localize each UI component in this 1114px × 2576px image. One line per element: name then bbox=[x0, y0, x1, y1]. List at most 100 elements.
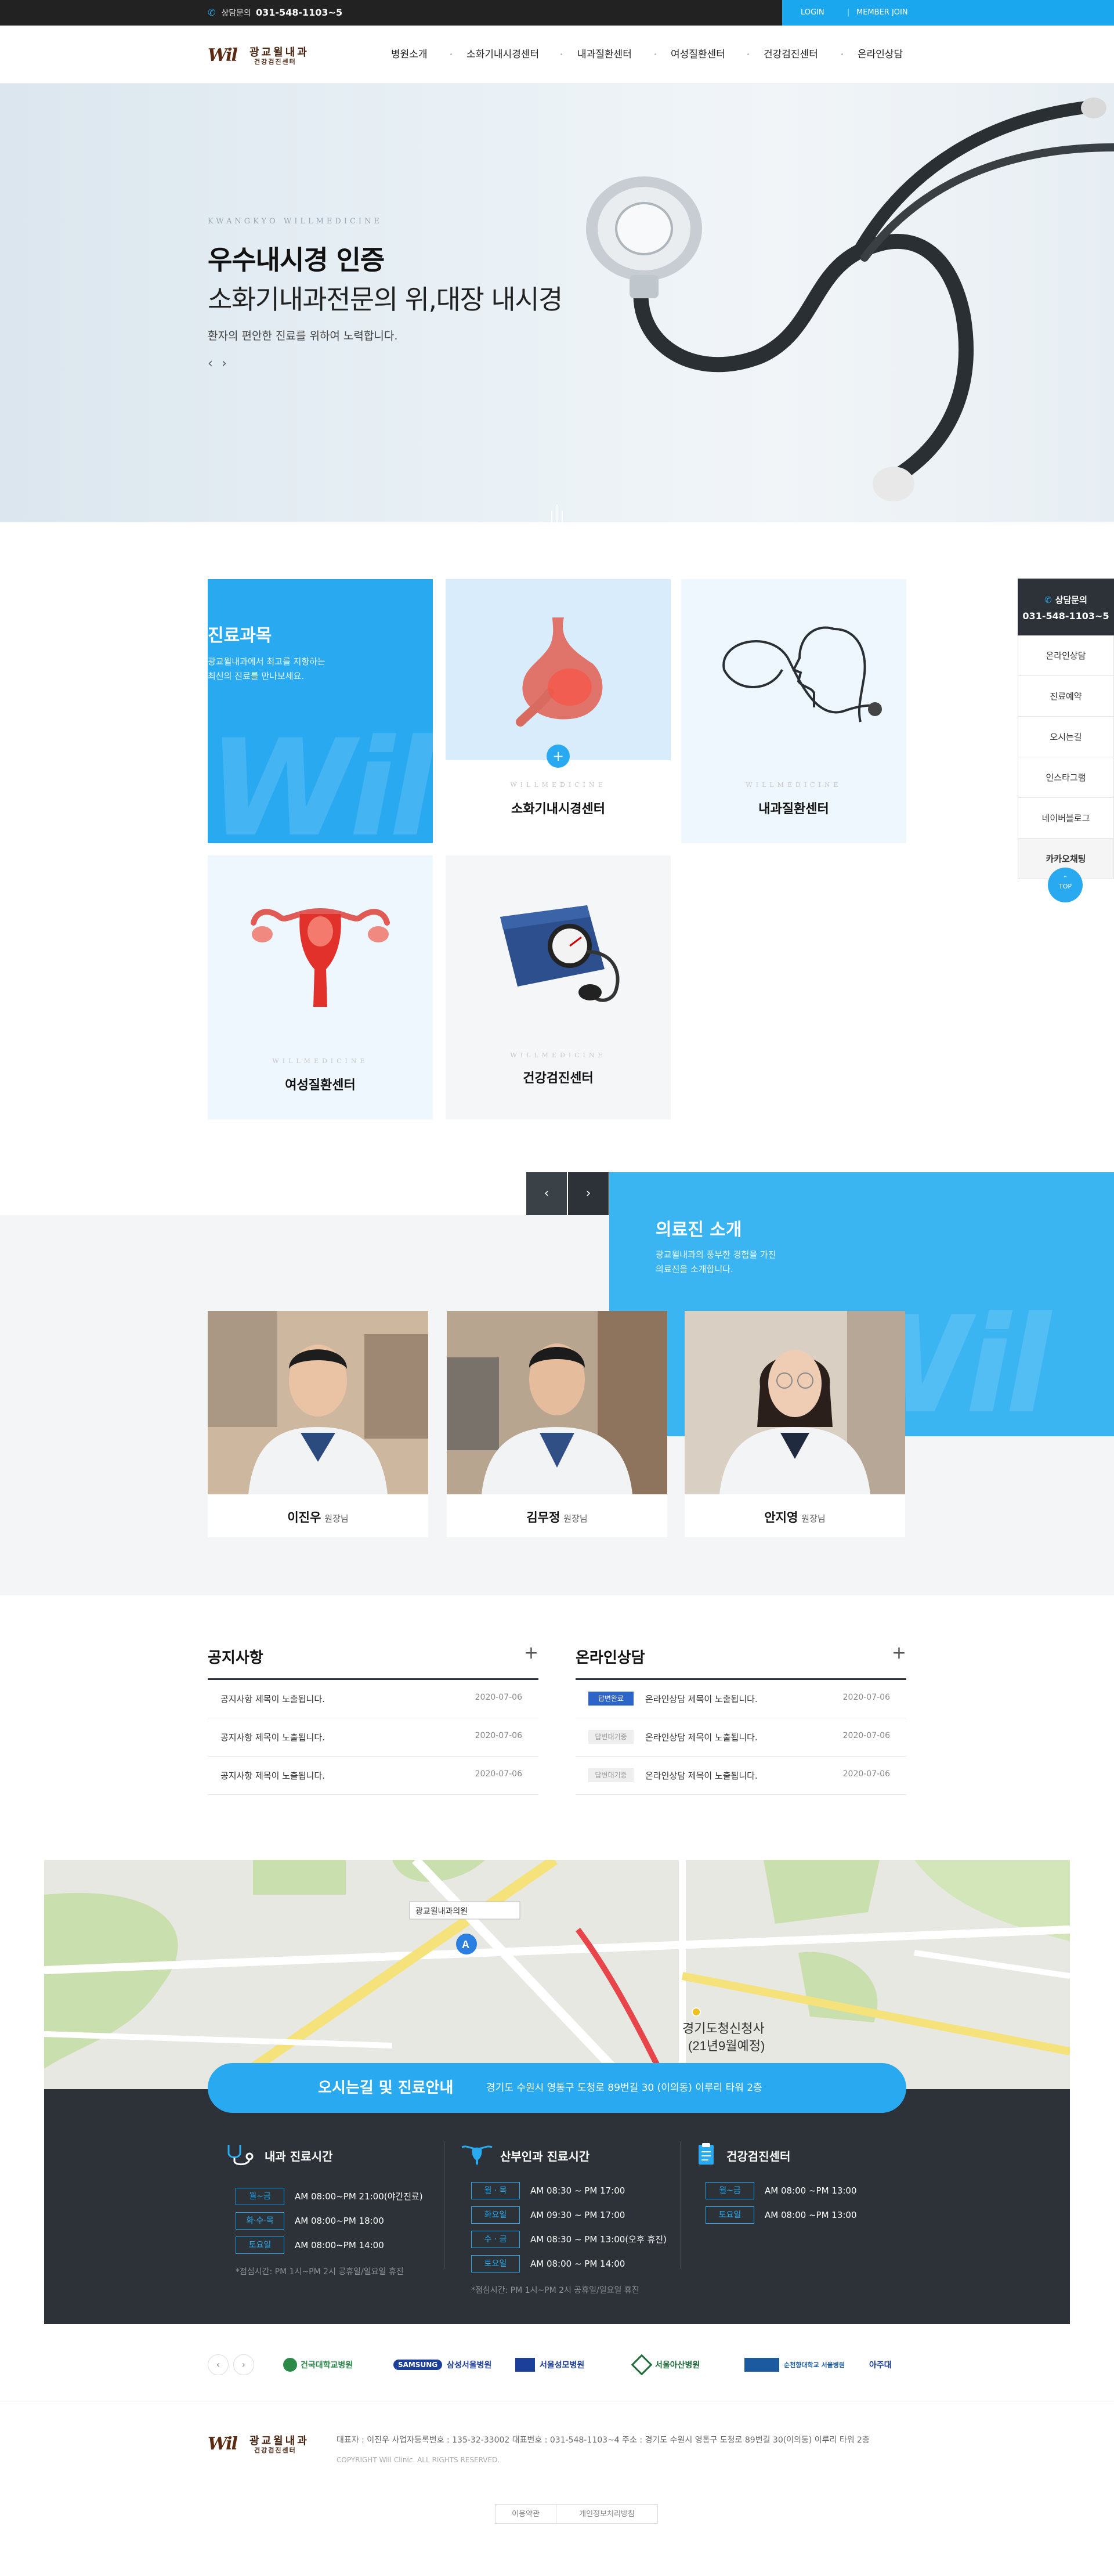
hero-next-button[interactable]: › bbox=[222, 356, 236, 371]
hours-day: 토요일 bbox=[236, 2237, 284, 2254]
watermark: Wil bbox=[208, 711, 433, 843]
directions-address: 경기도 수원시 영통구 도청로 89번길 30 (이의동) 이루리 타워 2층 bbox=[486, 2082, 762, 2094]
uterus-icon bbox=[461, 2145, 493, 2165]
doctor-name: 안지영 원장님 bbox=[764, 1511, 826, 1524]
blood-pressure-image bbox=[446, 855, 671, 1036]
hours-panel: 내과 진료시간 월~금 AM 08:00~PM 21:00(야간진료) 화·수·목… bbox=[44, 2089, 1070, 2324]
hero-desc: 환자의 편안한 진료를 위하여 노력합니다. bbox=[208, 330, 398, 342]
hours-day: 수 · 금 bbox=[471, 2231, 520, 2248]
footer-info: 대표자 : 이진우 사업자등록번호 : 135-32-33002 대표번호 : … bbox=[337, 2436, 870, 2445]
clipboard-icon bbox=[699, 2143, 714, 2165]
notice-title[interactable]: 공지사항 bbox=[208, 1646, 263, 1667]
nav-item-women[interactable]: 여성질환센터 bbox=[671, 26, 725, 84]
site-logo[interactable]: Wil 광교윌내과 건강검진센터 bbox=[208, 43, 330, 66]
directions-banner[interactable]: 오시는길 및 진료안내 경기도 수원시 영통구 도청로 89번길 30 (이의동… bbox=[208, 2063, 906, 2113]
partner-logo[interactable]: SAMSUNG 삼성서울병원 bbox=[393, 2356, 491, 2373]
nav-divider bbox=[654, 53, 656, 55]
member-bar: LOGIN | MEMBER JOIN bbox=[782, 0, 1114, 26]
notice-row[interactable]: 공지사항 제목이 노출됩니다. 2020-07-06 bbox=[208, 1718, 538, 1757]
notice-row[interactable]: 공지사항 제목이 노출됩니다. 2020-07-06 bbox=[208, 1757, 538, 1795]
consult-more-button[interactable]: + bbox=[892, 1645, 906, 1662]
dept-en-label: WILLMEDICINE bbox=[510, 1052, 606, 1059]
nav-item-consult[interactable]: 온라인상담 bbox=[858, 26, 903, 84]
dept-card-checkup[interactable]: WILLMEDICINE 건강검진센터 bbox=[446, 855, 671, 1119]
scroll-top-button[interactable]: ⌃ TOP bbox=[1048, 868, 1083, 902]
nav-divider bbox=[747, 53, 749, 55]
consult-row[interactable]: 답변대기중 온라인상담 제목이 노출됩니다. 2020-07-06 bbox=[576, 1757, 906, 1795]
hours-time: AM 08:30 ~ PM 13:00(오후 휴진) bbox=[530, 2234, 667, 2245]
hero-prev-button[interactable]: ‹ bbox=[208, 356, 222, 371]
logo-sub: 건강검진센터 bbox=[254, 2447, 296, 2454]
notice-more-button[interactable]: + bbox=[524, 1645, 538, 1662]
doctor-card[interactable]: 이진우 원장님 bbox=[208, 1311, 428, 1537]
quick-instagram[interactable]: 인스타그램 bbox=[1018, 757, 1114, 798]
directions-title: 오시는길 및 진료안내 bbox=[318, 2079, 454, 2097]
logo-sub: 건강검진센터 bbox=[254, 58, 296, 66]
departments-desc: 광교윌내과에서 최고를 지향하는 최선의 진료를 만나보세요. bbox=[208, 656, 325, 681]
notice-row[interactable]: 공지사항 제목이 노출됩니다. 2020-07-06 bbox=[208, 1680, 538, 1718]
quick-call[interactable]: ✆ 상담문의 031-548-1103~5 bbox=[1018, 579, 1114, 635]
dept-card-endoscopy[interactable]: + WILLMEDICINE 소화기내시경센터 bbox=[446, 579, 671, 843]
doctor-card[interactable]: 안지영 원장님 bbox=[685, 1311, 905, 1537]
partner-logo[interactable]: 순천향대학교 서울병원 bbox=[744, 2356, 845, 2373]
doctor-name: 이진우 원장님 bbox=[287, 1511, 349, 1524]
footer-logo[interactable]: Wil 광교윌내과 건강검진센터 bbox=[208, 2432, 330, 2455]
status-badge: 답변완료 bbox=[588, 1692, 634, 1706]
doctor-card[interactable]: 김무정 원장님 bbox=[447, 1311, 667, 1537]
partner-logo[interactable]: 서울아산병원 bbox=[631, 2354, 700, 2376]
member-separator: | bbox=[847, 8, 850, 17]
consult-row[interactable]: 답변완료 온라인상담 제목이 노출됩니다. 2020-07-06 bbox=[576, 1680, 906, 1718]
hours-day: 토요일 bbox=[471, 2255, 520, 2272]
call-info: ✆ 상담문의 031-548-1103~5 bbox=[208, 0, 342, 26]
consult-title[interactable]: 온라인상담 bbox=[576, 1646, 645, 1667]
logo-mark: Wil bbox=[208, 45, 238, 66]
quick-online-consult[interactable]: 온라인상담 bbox=[1018, 635, 1114, 676]
location-map[interactable]: 경기도청신청사 (21년9월예정) 광교윌내과의원 A bbox=[44, 1860, 1070, 2092]
join-link[interactable]: MEMBER JOIN bbox=[856, 0, 908, 26]
hero-banner: KWANGKYO WILLMEDICINE 우수내시경 인증 소화기내과전문의 … bbox=[0, 84, 1114, 522]
dept-en-label: WILLMEDICINE bbox=[272, 1057, 368, 1065]
nav-item-internal[interactable]: 내과질환센터 bbox=[577, 26, 632, 84]
uterus-image bbox=[208, 855, 433, 1036]
copyright: COPYRIGHT Will Clinic. ALL RIGHTS RESERV… bbox=[337, 2456, 500, 2464]
doctor-next-button[interactable]: › bbox=[568, 1172, 609, 1215]
dept-en-label: WILLMEDICINE bbox=[510, 781, 606, 789]
stethoscope-icon bbox=[227, 2145, 254, 2165]
hours-time: AM 08:00 ~ PM 14:00 bbox=[530, 2259, 625, 2269]
hours-title: 건강검진센터 bbox=[726, 2149, 791, 2163]
login-link[interactable]: LOGIN bbox=[801, 0, 824, 26]
nav-item-checkup[interactable]: 건강검진센터 bbox=[764, 26, 818, 84]
partner-logo[interactable]: 아주대 bbox=[869, 2356, 892, 2373]
hours-day: 월~금 bbox=[236, 2188, 284, 2205]
quick-call-label: 상담문의 bbox=[1055, 595, 1087, 605]
dept-card-women[interactable]: WILLMEDICINE 여성질환센터 bbox=[208, 855, 433, 1119]
partner-prev-button[interactable]: ‹ bbox=[208, 2354, 229, 2375]
nav-item-endoscopy[interactable]: 소화기내시경센터 bbox=[466, 26, 539, 84]
quick-menu: ✆ 상담문의 031-548-1103~5 온라인상담 진료예약 오시는길 인스타… bbox=[1018, 579, 1114, 902]
terms-link[interactable]: 이용약관 bbox=[495, 2504, 556, 2524]
hours-title: 내과 진료시간 bbox=[265, 2149, 333, 2163]
map-marker: A bbox=[462, 1939, 469, 1950]
partner-logo[interactable]: 건국대학교병원 bbox=[283, 2356, 353, 2373]
hours-day: 화·수·목 bbox=[236, 2212, 284, 2230]
nav-item-about[interactable]: 병원소개 bbox=[391, 26, 428, 84]
doctor-prev-button[interactable]: ‹ bbox=[526, 1172, 567, 1215]
quick-reservation[interactable]: 진료예약 bbox=[1018, 676, 1114, 717]
logo-mark: Wil bbox=[208, 2434, 238, 2454]
quick-naver-blog[interactable]: 네이버블로그 bbox=[1018, 798, 1114, 839]
partner-logo[interactable]: 서울성모병원 bbox=[515, 2356, 584, 2373]
hours-note: *점심시간: PM 1시~PM 2시 공휴일/일요일 휴진 bbox=[471, 2286, 639, 2295]
consult-row[interactable]: 답변대기중 온라인상담 제목이 노출됩니다. 2020-07-06 bbox=[576, 1718, 906, 1757]
chevron-up-icon: ⌃ bbox=[1062, 875, 1068, 882]
dept-plus-button[interactable]: + bbox=[547, 745, 570, 768]
dept-card-internal[interactable]: WILLMEDICINE 내과질환센터 bbox=[681, 579, 906, 843]
partner-next-button[interactable]: › bbox=[233, 2354, 254, 2375]
partner-slider: ‹ › 건국대학교병원 SAMSUNG 삼성서울병원 서울성모병원 서울아산병원 … bbox=[208, 2344, 906, 2385]
hero-arrows: ‹ › bbox=[208, 356, 236, 371]
privacy-link[interactable]: 개인정보처리방침 bbox=[556, 2504, 658, 2524]
map-landmark: 경기도청신청사 bbox=[682, 2021, 765, 2036]
phone-icon: ✆ bbox=[1044, 595, 1052, 605]
departments-title: 진료과목 bbox=[208, 626, 272, 646]
status-badge: 답변대기중 bbox=[588, 1768, 634, 1782]
quick-directions[interactable]: 오시는길 bbox=[1018, 717, 1114, 757]
